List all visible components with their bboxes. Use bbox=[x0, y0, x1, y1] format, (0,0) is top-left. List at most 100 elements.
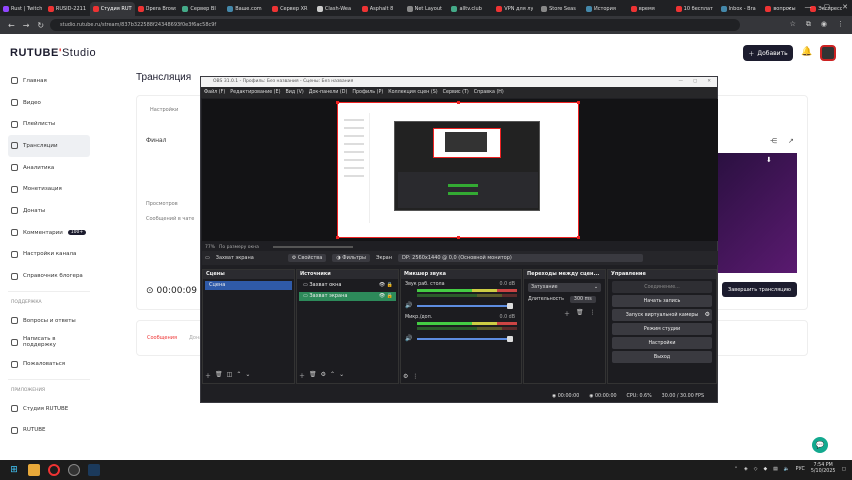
sidebar-item[interactable]: Комментарии 100+ bbox=[8, 222, 90, 244]
obs-control-button[interactable]: Выход bbox=[612, 351, 712, 363]
sidebar-item[interactable]: RUTUBE bbox=[8, 420, 90, 442]
obs-menu-item[interactable]: Вид (V) bbox=[285, 90, 303, 95]
browser-tab[interactable]: Ваше.com bbox=[224, 2, 269, 16]
obs-control-button[interactable]: Запуск виртуальной камеры ⚙ bbox=[612, 309, 712, 321]
sidebar-item[interactable]: Главная bbox=[8, 70, 90, 92]
sidebar-item[interactable]: Пожаловаться bbox=[8, 353, 90, 375]
add-scene-icon[interactable]: ＋ bbox=[205, 371, 211, 380]
notifications-bell-icon[interactable]: 🔔 bbox=[801, 47, 812, 57]
browser-tab[interactable]: Net Layout bbox=[404, 2, 449, 16]
obs-menu-item[interactable]: Справка (H) bbox=[474, 90, 504, 95]
language-indicator[interactable]: РУС bbox=[796, 467, 805, 472]
source-settings-icon[interactable]: ⚙ bbox=[321, 371, 326, 380]
preview-canvas[interactable] bbox=[336, 101, 580, 239]
sidebar-item[interactable]: Трансляции bbox=[8, 135, 90, 157]
source-up-icon[interactable]: ⌃ bbox=[330, 371, 335, 380]
end-stream-button[interactable]: Завершить трансляцию bbox=[722, 282, 797, 297]
close-icon[interactable]: ✕ bbox=[842, 3, 848, 11]
browser-tab[interactable]: VPN для лу bbox=[493, 2, 538, 16]
sidebar-item[interactable]: Видео bbox=[8, 92, 90, 114]
remove-transition-icon[interactable]: 🗑 bbox=[576, 309, 584, 318]
volume-knob[interactable] bbox=[507, 336, 513, 342]
scene-filter-icon[interactable]: ◫ bbox=[227, 371, 233, 380]
windows-start-icon[interactable]: ⊞ bbox=[8, 464, 20, 476]
browser-tab[interactable]: Сервер BI bbox=[179, 2, 224, 16]
add-button[interactable]: ＋ Добавить bbox=[743, 45, 793, 61]
sidebar-item[interactable]: Настройки канала bbox=[8, 244, 90, 266]
obs-menu-item[interactable]: Сервис (T) bbox=[443, 90, 469, 95]
speaker-icon[interactable]: 🔊 bbox=[405, 335, 412, 342]
browser-tab[interactable]: RUSID-2211 bbox=[45, 2, 90, 16]
source-item[interactable]: ▭ Захват окна 👁 🔒 bbox=[299, 281, 396, 290]
sidebar-item[interactable]: Написать в поддержку bbox=[8, 332, 90, 354]
obs-menu-item[interactable]: Редактирование (E) bbox=[230, 90, 280, 95]
volume-slider[interactable] bbox=[417, 338, 513, 340]
volume-icon[interactable]: 🔈 bbox=[784, 467, 790, 472]
browser-tab[interactable]: время bbox=[628, 2, 673, 16]
reload-icon[interactable]: ↻ bbox=[37, 21, 44, 30]
move-down-icon[interactable]: ⌄ bbox=[245, 371, 250, 380]
avatar[interactable] bbox=[820, 45, 836, 61]
source-item-selected[interactable]: ▭ Захват экрана 👁 🔒 bbox=[299, 292, 396, 301]
browser-tab[interactable]: alltv.club bbox=[448, 2, 493, 16]
transition-select[interactable]: Затухание ⌄ bbox=[528, 283, 601, 292]
sidebar-item[interactable]: Монетизация bbox=[8, 178, 90, 200]
browser-tab[interactable]: Clash-Wea bbox=[314, 2, 359, 16]
bookmark-icon[interactable]: ☆ bbox=[790, 20, 796, 29]
browser-tab[interactable]: Asphalt 8 bbox=[359, 2, 404, 16]
speaker-icon[interactable]: 🔊 bbox=[405, 302, 412, 309]
back-icon[interactable]: ← bbox=[8, 21, 15, 30]
sidebar-item[interactable]: Студия RUTUBE bbox=[8, 398, 90, 420]
sidebar-item[interactable]: Аналитика bbox=[8, 157, 90, 179]
file-explorer-icon[interactable] bbox=[28, 464, 40, 476]
source-down-icon[interactable]: ⌄ bbox=[339, 371, 344, 380]
add-transition-icon[interactable]: ＋ bbox=[564, 309, 570, 318]
browser-tab[interactable]: Opera Browser bbox=[135, 2, 180, 16]
download-icon[interactable]: ⬇ bbox=[766, 156, 772, 164]
browser-tab[interactable]: Store Seas bbox=[538, 2, 583, 16]
tray-app-icon[interactable]: ◈ bbox=[744, 467, 748, 472]
rutube-studio-logo[interactable]: RUTUBE'Studio bbox=[10, 47, 96, 59]
tab-search-icon[interactable]: ⌄ bbox=[787, 3, 793, 11]
obs-maximize-icon[interactable]: ▢ bbox=[693, 77, 697, 87]
tray-app-icon[interactable]: ◆ bbox=[763, 467, 767, 472]
obs-preview[interactable]: 77% По размеру окна bbox=[202, 99, 718, 250]
obs-control-button[interactable]: Режим студии bbox=[612, 323, 712, 335]
browser-tab[interactable]: 10 бесплат bbox=[673, 2, 718, 16]
obs-control-button[interactable]: Настройки bbox=[612, 337, 712, 349]
clock[interactable]: 7:54 PM 5/10/2025 bbox=[811, 463, 836, 475]
mixer-menu-icon[interactable]: ⋮ bbox=[412, 373, 418, 380]
add-source-icon[interactable]: ＋ bbox=[299, 371, 305, 380]
volume-slider[interactable] bbox=[417, 305, 513, 307]
obs-minimize-icon[interactable]: — bbox=[678, 77, 683, 87]
open-external-icon[interactable]: ↗ bbox=[788, 137, 794, 145]
filters-button[interactable]: ◑ Фильтры bbox=[332, 254, 370, 262]
browser-tab[interactable]: История bbox=[583, 2, 628, 16]
extensions-icon[interactable]: ⧉ bbox=[806, 20, 811, 29]
settings-tab[interactable]: Настройки bbox=[150, 107, 178, 113]
obs-control-button[interactable]: Соединение... bbox=[612, 281, 712, 293]
obs-close-icon[interactable]: ✕ bbox=[707, 77, 711, 87]
move-up-icon[interactable]: ⌃ bbox=[236, 371, 241, 380]
zoom-slider[interactable] bbox=[272, 246, 353, 248]
browser-tab[interactable]: Студия RUTUBE bbox=[89, 2, 135, 16]
network-icon[interactable]: ▤ bbox=[773, 467, 778, 472]
transition-menu-icon[interactable]: ⋮ bbox=[590, 309, 596, 318]
zoom-mode[interactable]: По размеру окна bbox=[219, 245, 259, 250]
obs-menu-item[interactable]: Коллекция сцен (S) bbox=[388, 90, 437, 95]
menu-icon[interactable]: ⋮ bbox=[837, 20, 844, 29]
browser-tab[interactable]: Inbox - Bra bbox=[718, 2, 763, 16]
scene-item[interactable]: Сцена bbox=[205, 281, 292, 290]
remove-source-icon[interactable]: 🗑 bbox=[309, 371, 317, 380]
obs-taskbar-icon[interactable] bbox=[68, 464, 80, 476]
share-icon[interactable]: ⋲ bbox=[770, 137, 777, 145]
volume-knob[interactable] bbox=[507, 303, 513, 309]
support-chat-icon[interactable]: 💬 bbox=[812, 437, 828, 453]
tray-chevron-icon[interactable]: ⌃ bbox=[734, 467, 738, 472]
profile-icon[interactable]: ◉ bbox=[821, 20, 827, 29]
duration-input[interactable]: 300 ms bbox=[569, 296, 596, 303]
sidebar-item[interactable]: Плейлисты bbox=[8, 113, 90, 135]
steam-icon[interactable] bbox=[88, 464, 100, 476]
browser-tab[interactable]: Сервер XR bbox=[269, 2, 314, 16]
notifications-icon[interactable]: ▢ bbox=[841, 467, 846, 472]
